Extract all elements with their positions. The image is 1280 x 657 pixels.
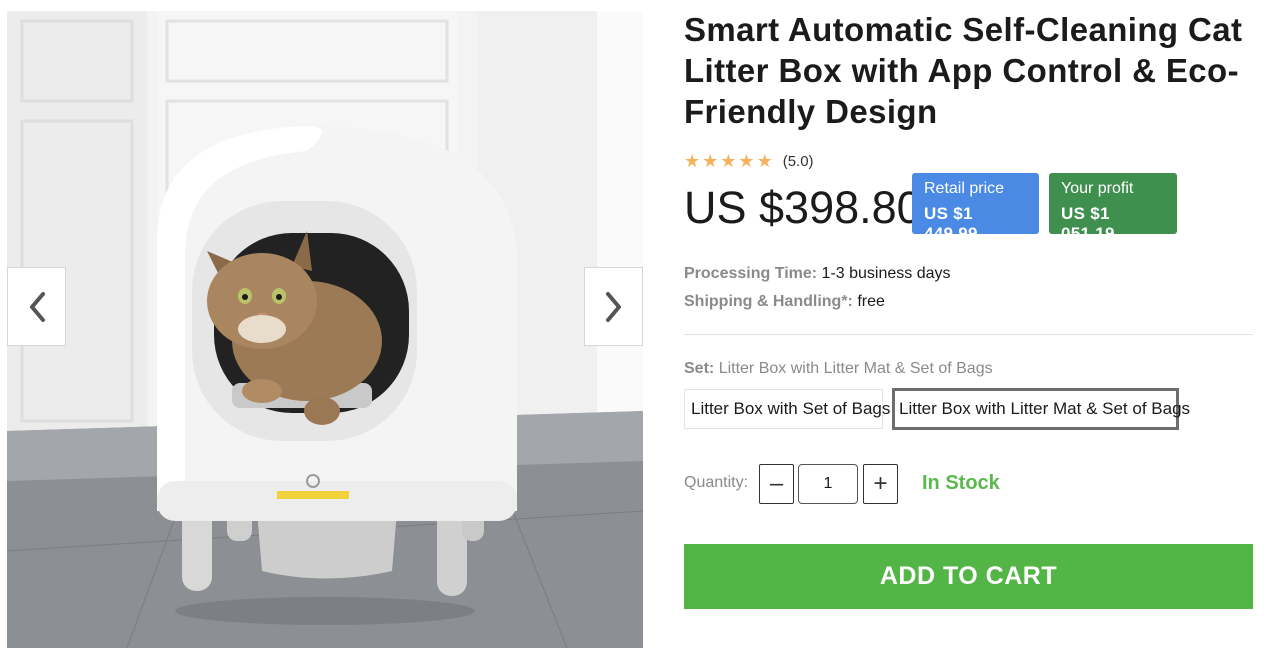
- processing-time: Processing Time: 1-3 business days: [684, 265, 951, 283]
- star-icon: ★: [720, 151, 737, 171]
- gallery-next-button[interactable]: [584, 267, 643, 346]
- product-image-gallery: [7, 11, 643, 648]
- product-photo: [7, 11, 643, 648]
- quantity-label: Quantity:: [684, 474, 749, 491]
- set-option-mat-bags[interactable]: Litter Box with Litter Mat & Set of Bags: [892, 388, 1190, 430]
- divider: [684, 334, 1253, 335]
- gallery-prev-button[interactable]: [7, 267, 66, 346]
- profit-label: Your profit: [1061, 180, 1134, 197]
- shipping-label: Shipping & Handling*:: [684, 293, 853, 310]
- retail-price-badge: Retail price US $1 449.99: [912, 173, 1039, 243]
- processing-time-value: 1-3 business days: [821, 265, 951, 282]
- shipping-value: free: [857, 293, 885, 310]
- profit-amount: US $1 051.19: [1061, 204, 1115, 243]
- set-option-bags[interactable]: Litter Box with Set of Bags: [684, 389, 890, 429]
- star-icon: ★: [738, 151, 755, 171]
- set-label-key: Set:: [684, 360, 715, 377]
- star-icon: ★: [702, 151, 719, 171]
- chevron-left-icon: [29, 291, 45, 322]
- star-icon: ★: [684, 151, 701, 171]
- product-rating: ★ ★ ★ ★ ★ (5.0): [684, 152, 814, 170]
- add-to-cart-button[interactable]: ADD TO CART: [684, 544, 1253, 609]
- stock-status: In Stock: [922, 472, 1000, 494]
- quantity-input[interactable]: [798, 464, 858, 504]
- retail-price-label: Retail price: [924, 180, 1005, 197]
- product-price: US $398.80: [684, 182, 922, 233]
- product-title: Smart Automatic Self-Cleaning Cat Litter…: [684, 11, 1243, 130]
- rating-stars: ★ ★ ★ ★ ★: [684, 152, 773, 170]
- star-icon: ★: [756, 151, 773, 171]
- quantity-decrease-button[interactable]: –: [759, 464, 794, 504]
- processing-time-label: Processing Time:: [684, 265, 818, 282]
- quantity-increase-button[interactable]: +: [863, 464, 898, 504]
- chevron-right-icon: [605, 291, 621, 322]
- profit-badge: Your profit US $1 051.19: [1049, 173, 1177, 243]
- set-selected-value: Litter Box with Litter Mat & Set of Bags: [718, 360, 993, 377]
- rating-value: (5.0): [782, 152, 814, 170]
- retail-price-amount: US $1 449.99: [924, 204, 978, 243]
- shipping-handling: Shipping & Handling*: free: [684, 293, 885, 311]
- set-selection-label: Set: Litter Box with Litter Mat & Set of…: [684, 360, 993, 378]
